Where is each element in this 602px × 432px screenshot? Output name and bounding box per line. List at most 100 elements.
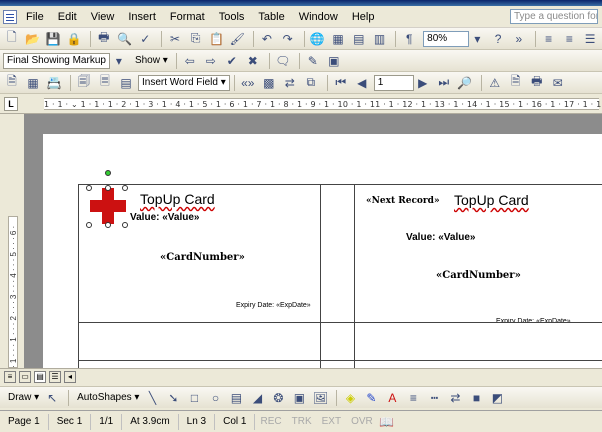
arrow-style-icon[interactable]: ⇄ [446,389,464,407]
last-record-icon[interactable]: ⏭ [435,74,453,92]
find-entry-icon[interactable]: 🔎 [456,74,474,92]
resize-handle[interactable] [86,222,92,228]
insert-word-field-button[interactable]: Insert Word Field ▾ [138,74,230,91]
rectangle-icon[interactable]: □ [185,389,203,407]
font-color-icon[interactable]: A [383,389,401,407]
record-number-field[interactable]: 1 [373,74,414,91]
line-style-icon[interactable]: ≡ [404,389,422,407]
value-field[interactable]: Value: «Value» [130,212,200,223]
menu-tools[interactable]: Tools [212,7,252,27]
arrow-icon[interactable]: ➘ [164,389,182,407]
menu-file[interactable]: File [19,7,51,27]
tables-borders-icon[interactable]: ▦ [329,30,347,48]
card-title[interactable]: TopUp Card [140,191,215,207]
toolbar-options-icon[interactable]: » [510,30,528,48]
next-record-field[interactable]: «Next Record» [366,196,440,206]
menu-edit[interactable]: Edit [51,7,84,27]
next-record-icon[interactable]: ▶ [414,74,432,92]
help-icon[interactable]: ? [489,30,507,48]
fill-color-icon[interactable]: ◈ [341,389,359,407]
expiry-date-field[interactable]: Expiry Date: «ExpDate» [236,302,311,309]
zoom-select[interactable]: 80% [423,30,469,47]
select-objects-icon[interactable]: ↖ [43,389,61,407]
menu-table[interactable]: Table [251,7,291,27]
web-layout-icon[interactable]: ▭ [19,370,31,383]
insert-address-block-icon[interactable]: 🗐 [75,74,93,92]
resize-handle[interactable] [122,222,128,228]
help-search-input[interactable]: Type a question for help [510,9,598,24]
cut-icon[interactable]: ✂ [166,30,184,48]
print-icon[interactable]: 🖶 [95,30,113,48]
insert-comment-icon[interactable]: 🗨 [274,52,292,70]
chevron-down-icon[interactable]: ▾ [469,30,487,48]
highlight-icon[interactable]: ✎ [304,52,322,70]
redo-icon[interactable]: ↷ [279,30,297,48]
shadow-style-icon[interactable]: ■ [467,389,485,407]
line-color-icon[interactable]: ✎ [362,389,380,407]
dash-style-icon[interactable]: ┅ [425,389,443,407]
permission-icon[interactable]: 🔒 [65,30,83,48]
menu-help[interactable]: Help [345,7,382,27]
red-cross-shape[interactable] [90,188,126,224]
spelling-icon[interactable]: ✓ [136,30,154,48]
copy-icon[interactable]: ⎘ [187,30,205,48]
first-record-icon[interactable]: ⏮ [332,74,350,92]
value-field[interactable]: Value: «Value» [406,232,476,243]
card-number-field[interactable]: «CardNumber» [436,270,521,281]
clip-art-icon[interactable]: ▣ [290,389,308,407]
menu-format[interactable]: Format [163,7,212,27]
diagram-icon[interactable]: ❂ [269,389,287,407]
normal-view-icon[interactable]: ≡ [4,370,16,383]
print-layout-icon[interactable]: ▤ [34,370,46,383]
new-document-icon[interactable]: 🗋 [3,30,21,48]
expiry-date-field[interactable]: Expiry Date: «ExpDate» [496,318,571,322]
scroll-left-icon[interactable]: ◂ [64,370,76,383]
merge-to-new-document-icon[interactable]: 🗎 [507,74,525,92]
main-document-setup-icon[interactable]: 🗎 [3,74,21,92]
previous-change-icon[interactable]: ⇦ [181,52,199,70]
status-ext[interactable]: EXT [317,414,346,430]
oval-icon[interactable]: ○ [206,389,224,407]
menu-insert[interactable]: Insert [121,7,163,27]
view-merged-data-icon[interactable]: «» [239,74,257,92]
wordart-icon[interactable]: ◢ [248,389,266,407]
document-icon[interactable] [3,9,17,24]
resize-handle[interactable] [105,185,111,191]
insert-greeting-icon[interactable]: 🗏 [96,74,114,92]
status-trk[interactable]: TRK [287,414,317,430]
tab-selector-icon[interactable]: L [4,97,18,111]
spelling-status-icon[interactable]: 📖 [378,413,396,431]
vertical-ruler[interactable]: · 1 · · · 1 · · · 2 · · · 3 · · · 4 · · … [4,116,22,368]
check-errors-icon[interactable]: ⚠ [486,74,504,92]
chevron-down-icon[interactable]: ▾ [110,52,128,70]
draw-menu-button[interactable]: Draw ▾ [4,392,43,403]
status-rec[interactable]: REC [255,414,286,430]
recipients-icon[interactable]: 📇 [45,74,63,92]
open-data-source-icon[interactable]: ▦ [24,74,42,92]
highlight-fields-icon[interactable]: ▩ [260,74,278,92]
merge-to-printer-icon[interactable]: 🖶 [528,74,546,92]
next-change-icon[interactable]: ⇨ [202,52,220,70]
text-box-icon[interactable]: ▤ [227,389,245,407]
align-left-icon[interactable]: ≡ [540,30,558,48]
merge-to-email-icon[interactable]: ✉ [549,74,567,92]
card-title[interactable]: TopUp Card [454,192,529,208]
open-folder-icon[interactable]: 📂 [24,30,42,48]
document-page[interactable]: TopUp Card Value: «Value» «CardNumber» E… [43,134,602,368]
hyperlink-icon[interactable]: 🌐 [308,30,326,48]
format-painter-icon[interactable]: 🖌 [228,30,246,48]
insert-merge-fields-icon[interactable]: ▤ [117,74,135,92]
resize-handle[interactable] [105,222,111,228]
display-for-review-select[interactable]: Final Showing Markup [3,52,110,69]
menu-view[interactable]: View [84,7,122,27]
accept-change-icon[interactable]: ✔ [223,52,241,70]
outline-view-icon[interactable]: ☰ [49,370,61,383]
menu-window[interactable]: Window [292,7,345,27]
insert-picture-icon[interactable]: 🖼 [311,389,329,407]
document-area[interactable]: TopUp Card Value: «Value» «CardNumber» E… [24,114,602,368]
reject-change-icon[interactable]: ✖ [244,52,262,70]
undo-icon[interactable]: ↶ [258,30,276,48]
rotation-handle[interactable] [105,170,111,176]
save-icon[interactable]: 💾 [44,30,62,48]
label-table[interactable]: TopUp Card Value: «Value» «CardNumber» E… [78,170,602,368]
